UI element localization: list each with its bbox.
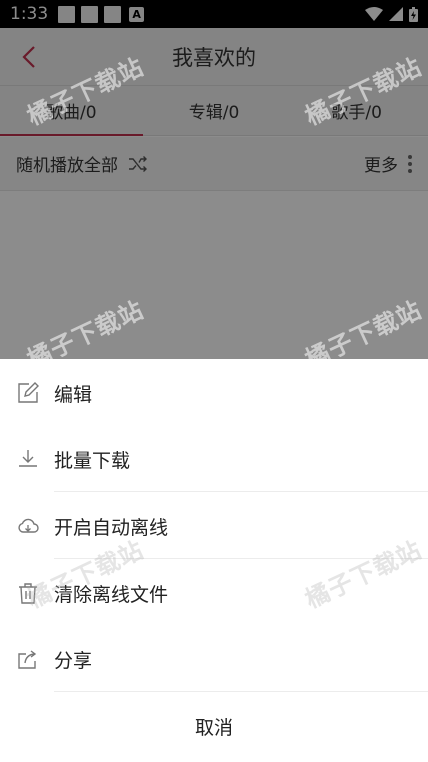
sheet-item-edit[interactable]: 编辑 — [0, 360, 428, 426]
share-icon — [18, 650, 37, 669]
cancel-button[interactable]: 取消 — [0, 693, 428, 759]
divider — [54, 491, 428, 492]
sheet-item-clear-offline[interactable]: 清除离线文件 — [0, 560, 428, 626]
sheet-item-share[interactable]: 分享 — [0, 626, 428, 692]
sheet-item-label: 编辑 — [54, 383, 93, 406]
bottom-sheet: 编辑 批量下载 开启自动离线 清除离线文件 分享 取消 橘子下载站 橘子下载站 — [0, 359, 428, 762]
sheet-item-label: 分享 — [54, 649, 93, 672]
sheet-item-label: 开启自动离线 — [54, 516, 169, 539]
sheet-item-auto-offline[interactable]: 开启自动离线 — [0, 493, 428, 559]
sheet-item-label: 批量下载 — [54, 449, 131, 472]
cloud-icon — [18, 518, 39, 533]
sheet-item-label: 清除离线文件 — [54, 583, 169, 606]
sheet-item-batch-download[interactable]: 批量下载 — [0, 426, 428, 492]
download-icon — [19, 450, 37, 467]
edit-icon — [18, 382, 39, 403]
divider — [54, 691, 428, 692]
trash-icon — [19, 583, 37, 604]
divider — [54, 558, 428, 559]
